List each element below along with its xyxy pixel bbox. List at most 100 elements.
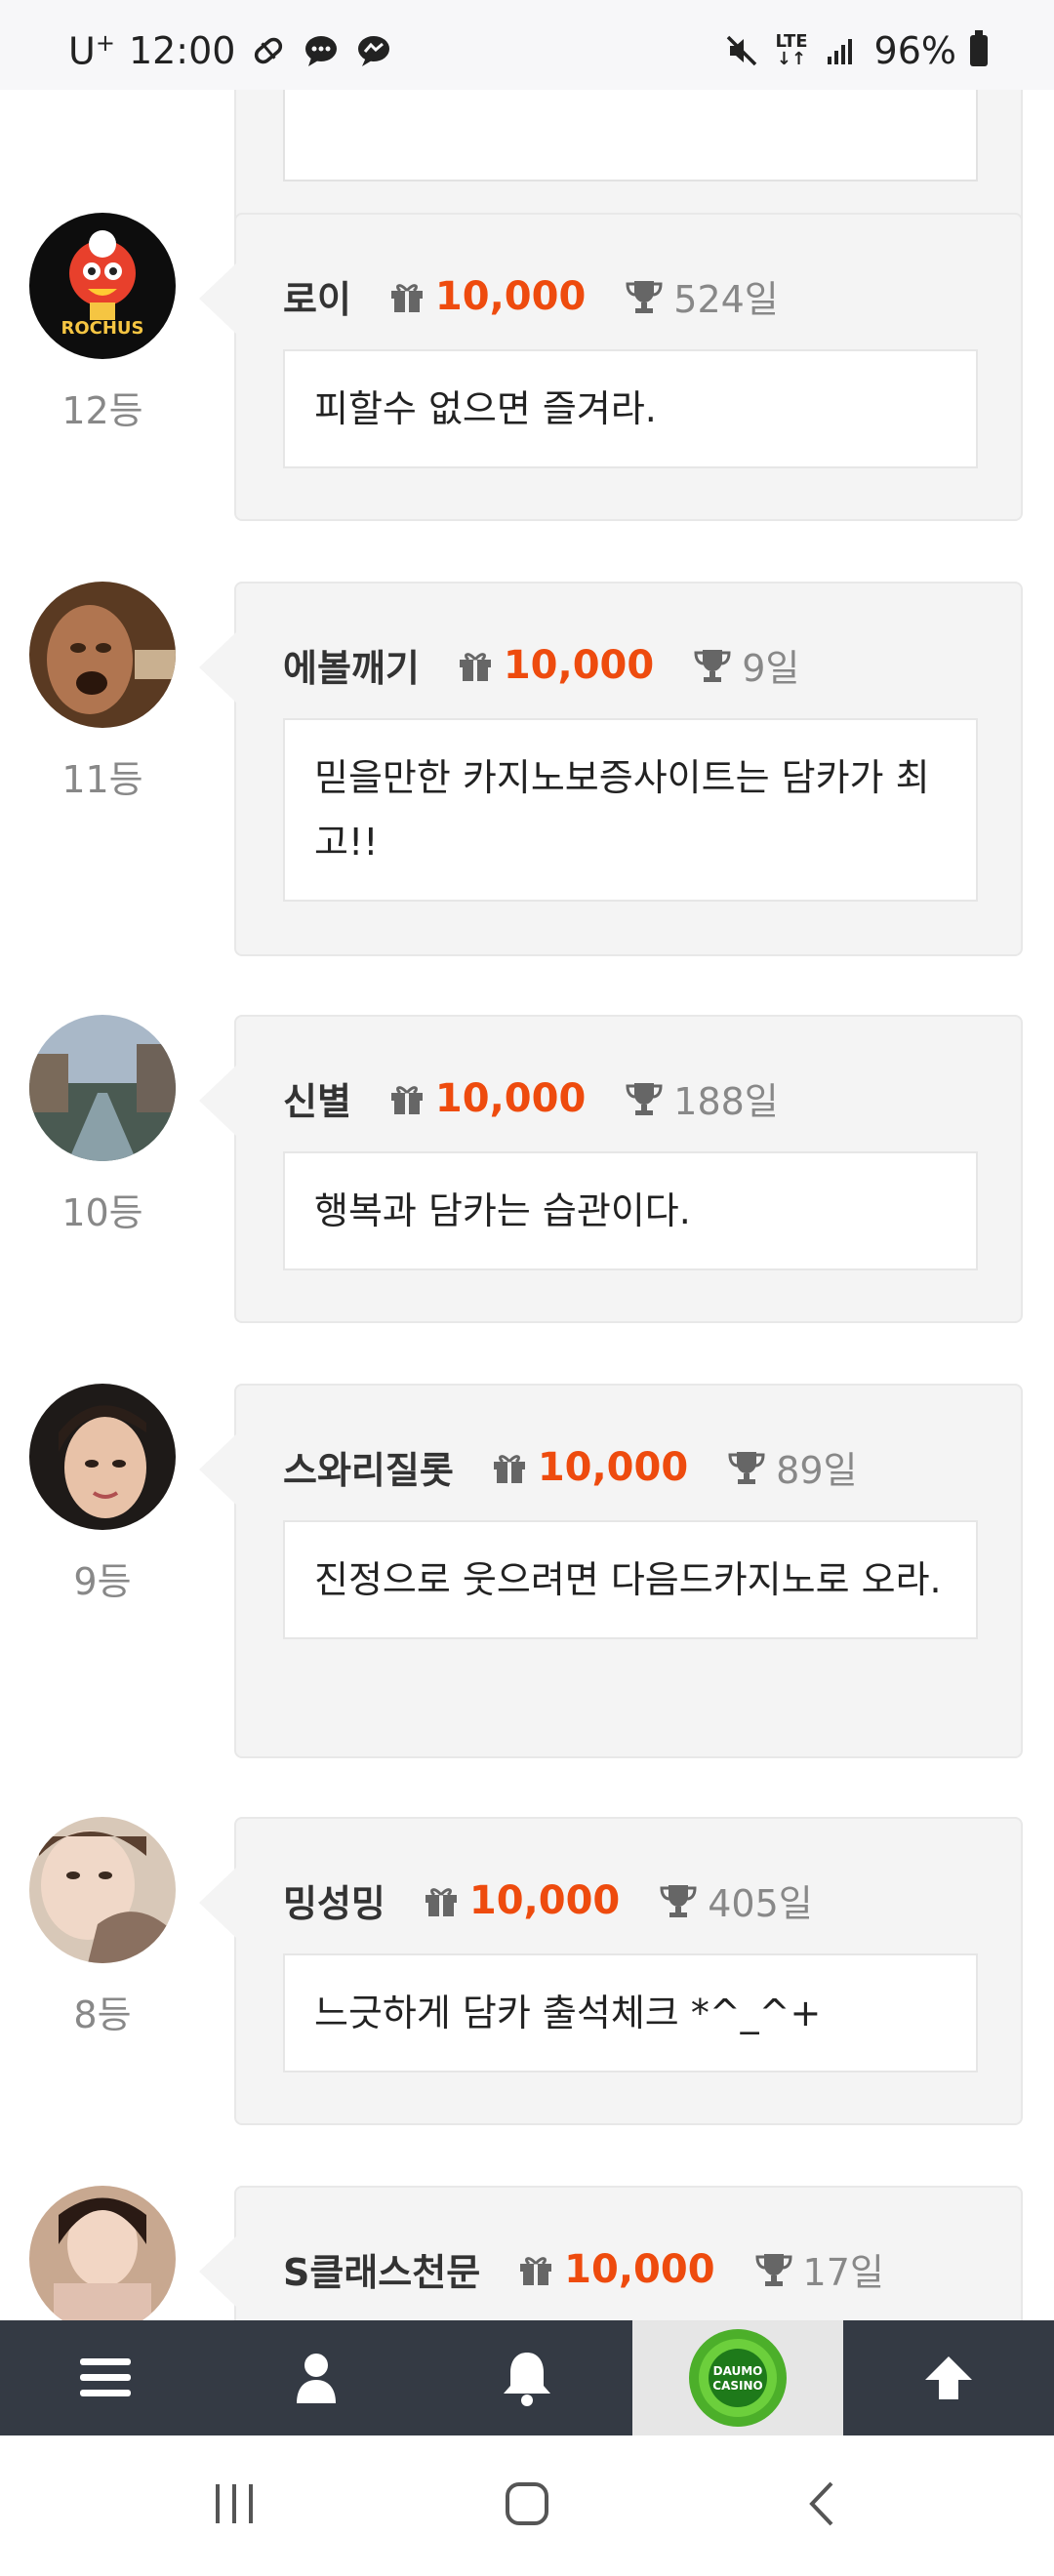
attendance-days: 524일: [673, 278, 779, 321]
trophy-icon: [660, 1884, 697, 1917]
system-nav-bar: [0, 2435, 1054, 2576]
bottom-app-bar: DAUMO CASINO: [0, 2320, 1054, 2435]
point-value: 10,000: [537, 1444, 689, 1490]
comment-card: 밍성밍 10,000 405일 느긋하게 담카 출석체크 *^_^+: [199, 1817, 1023, 2125]
recent-apps-icon: [216, 2484, 253, 2523]
comment-text: 행복과 담카는 습관이다.: [283, 1151, 978, 1270]
comment-meta: 에볼깨기 10,000 9일: [283, 638, 799, 692]
battery-percent: 96%: [873, 29, 956, 72]
comment-card: S클래스천문 10,000 17일: [199, 2186, 1023, 2320]
scroll-top-button[interactable]: [843, 2320, 1054, 2435]
username[interactable]: 에볼깨기: [283, 638, 420, 692]
rank-label: 12등: [61, 389, 143, 432]
battery-icon: [970, 30, 988, 66]
back-icon: [809, 2481, 833, 2526]
gift-icon: [425, 1887, 457, 1916]
gift-icon: [520, 2256, 552, 2285]
avatar[interactable]: [29, 1817, 176, 1963]
attendance-days: 405일: [708, 1882, 813, 1925]
attendance-days: 89일: [776, 1449, 858, 1492]
comment-text: 느긋하게 담카 출석체크 *^_^+: [283, 1953, 978, 2073]
trophy-icon: [728, 1451, 765, 1484]
point-value: 10,000: [434, 1075, 587, 1121]
rank-label: 11등: [61, 758, 143, 801]
avatar[interactable]: ROCHUS: [29, 213, 176, 359]
avatar[interactable]: [29, 2186, 176, 2320]
back-button[interactable]: [786, 2475, 864, 2533]
notifications-button[interactable]: [422, 2320, 632, 2435]
menu-button[interactable]: [0, 2320, 211, 2435]
username[interactable]: 신별: [283, 1071, 351, 1125]
network-type: LTE ↓↑: [775, 31, 808, 69]
comment-meta: 밍성밍 10,000 405일: [283, 1873, 813, 1927]
username[interactable]: 스와리질롯: [283, 1440, 454, 1494]
comment-card: 신별 10,000 188일 행복과 담카는 습관이다.: [199, 1015, 1023, 1323]
point-value: 10,000: [564, 2246, 715, 2292]
previous-message-box: [283, 90, 978, 181]
svg-text:ROCHUS: ROCHUS: [61, 318, 143, 339]
comment-text: 피할수 없으면 즐겨라.: [283, 349, 978, 468]
home-button[interactable]: [488, 2475, 566, 2533]
profile-button[interactable]: [211, 2320, 422, 2435]
username[interactable]: 로이: [283, 269, 351, 323]
trophy-icon: [694, 649, 731, 682]
trophy-icon: [626, 1082, 663, 1115]
gift-icon: [390, 1085, 423, 1114]
gift-icon: [459, 652, 491, 681]
messenger-icon: [358, 36, 390, 67]
recent-apps-button[interactable]: [195, 2475, 273, 2533]
canal-avatar-icon: [29, 1015, 176, 1161]
gift-icon: [493, 1454, 525, 1483]
comment-meta: S클래스천문 10,000 17일: [283, 2242, 884, 2296]
status-right: LTE ↓↑ 96%: [722, 29, 988, 72]
rank-label: 8등: [73, 1993, 132, 2036]
girl-avatar-icon: [29, 2186, 176, 2320]
point-value: 10,000: [503, 642, 655, 688]
avatar[interactable]: [29, 1015, 176, 1161]
gift-icon: [390, 283, 423, 312]
attendance-days: 17일: [802, 2251, 884, 2294]
trophy-icon: [755, 2253, 792, 2286]
attendance-days: 9일: [742, 647, 800, 690]
status-bar: U+ 12:00 LTE ↓↑ 96%: [0, 0, 1054, 90]
portrait-avatar-icon: [29, 1384, 176, 1530]
avatar[interactable]: [29, 582, 176, 728]
rank-label: 10등: [61, 1191, 143, 1234]
signal-icon: [827, 39, 852, 64]
arrow-up-icon: [925, 2356, 972, 2399]
photo-avatar-icon: [29, 582, 176, 728]
bell-icon: [504, 2353, 550, 2406]
comment-card: 스와리질롯 10,000 89일 진정으로 웃으려면 다음드카지노로 오라.: [199, 1384, 1023, 1758]
menu-icon: [80, 2358, 131, 2396]
point-value: 10,000: [468, 1877, 621, 1923]
rank-label: 9등: [73, 1560, 132, 1603]
username[interactable]: 밍성밍: [283, 1873, 385, 1927]
home-icon: [506, 2482, 548, 2525]
attendance-days: 188일: [673, 1080, 779, 1123]
daumo-casino-logo: DAUMO CASINO: [689, 2329, 787, 2427]
status-left: U+ 12:00: [68, 29, 393, 73]
trophy-icon: [626, 280, 663, 313]
comment-card: 로이 10,000 524일 피할수 없으면 즐겨라.: [199, 213, 1023, 521]
comment-card: 에볼깨기 10,000 9일 믿을만한 카지노보증사이트는 담카가 최고!!: [199, 582, 1023, 956]
pill-icon: [255, 38, 283, 64]
mute-icon: [727, 35, 757, 66]
comment-meta: 신별 10,000 188일: [283, 1071, 779, 1125]
comment-meta: 로이 10,000 524일: [283, 269, 779, 323]
username[interactable]: S클래스천문: [283, 2242, 480, 2296]
comment-text: 믿을만한 카지노보증사이트는 담카가 최고!!: [283, 718, 978, 902]
comment-text: 진정으로 웃으려면 다음드카지노로 오라.: [283, 1520, 978, 1639]
user-icon: [297, 2354, 336, 2403]
comment-meta: 스와리질롯 10,000 89일: [283, 1440, 858, 1494]
attendance-feed[interactable]: ROCHUS 12등 로이 10,000 524일 피할수 없으면 즐겨라. 1…: [0, 90, 1054, 2320]
svg-text:CASINO: CASINO: [712, 2379, 762, 2393]
avatar[interactable]: [29, 1384, 176, 1530]
point-value: 10,000: [434, 273, 587, 319]
rochus-avatar-icon: ROCHUS: [29, 213, 176, 359]
home-logo-button[interactable]: DAUMO CASINO: [632, 2320, 843, 2435]
chat-bubble-icon: [305, 36, 338, 67]
svg-text:DAUMO: DAUMO: [713, 2364, 763, 2378]
carrier-label: U+: [68, 29, 115, 73]
clock: 12:00: [128, 29, 236, 73]
selfie-avatar-icon: [29, 1817, 176, 1963]
